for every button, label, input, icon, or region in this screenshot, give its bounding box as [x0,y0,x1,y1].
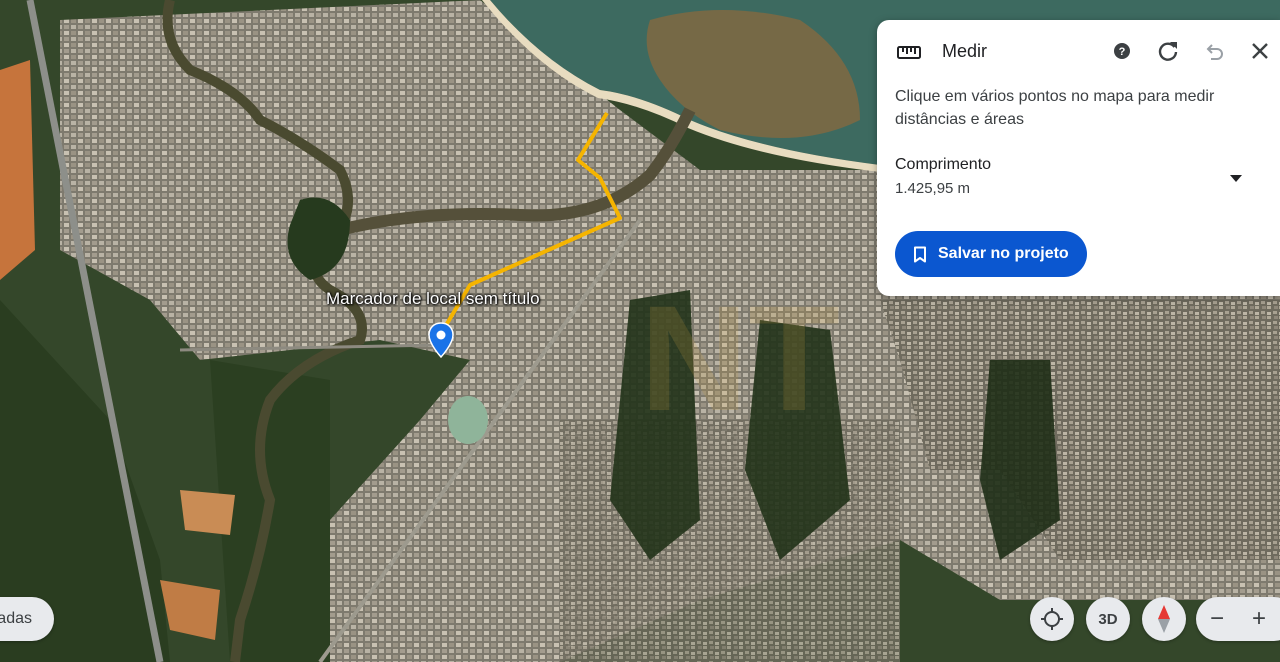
bookmark-icon [914,246,926,262]
zoom-out-button[interactable]: − [1196,597,1238,641]
chevron-down-icon [1230,175,1242,182]
measure-panel: Medir ? Clique em vários pontos no mapa … [877,20,1280,296]
soil-patch [0,60,35,280]
undo-icon [1206,44,1223,60]
marker-label: Marcador de local sem título [326,289,540,308]
length-label: Comprimento [895,156,992,173]
sports-field [448,396,488,444]
ruler-icon [897,46,921,59]
compass-button[interactable] [1142,597,1186,641]
soil-patch [180,490,235,535]
svg-text:?: ? [1119,46,1126,58]
close-button[interactable] [1247,38,1273,64]
zoom-in-button[interactable]: + [1238,597,1280,641]
view-3d-button[interactable]: 3D [1086,597,1130,641]
undo-button[interactable] [1201,38,1227,64]
measure-panel-header: Medir ? [877,20,1280,82]
save-to-project-button[interactable]: Salvar no projeto [895,231,1087,277]
my-location-button[interactable] [1030,597,1074,641]
length-value: 1.425,95 m [895,180,971,197]
help-button[interactable]: ? [1109,38,1135,64]
left-control-pill[interactable]: adas [0,597,54,641]
help-icon: ? [1114,43,1130,59]
panel-title: Medir [942,41,988,61]
view-3d-label: 3D [1098,610,1118,628]
compass-icon [1158,605,1170,633]
zoom-control: − + [1196,597,1280,641]
watermark: NT [640,274,840,442]
refresh-button[interactable] [1155,38,1181,64]
location-marker-icon[interactable] [428,322,454,358]
urban-area-south [560,420,900,662]
left-pill-label: adas [0,610,32,627]
length-units-dropdown[interactable] [1225,168,1247,190]
measure-instructions: Clique em vários pontos no mapa para med… [895,88,1215,128]
location-icon [1041,608,1063,630]
save-button-label: Salvar no projeto [938,245,1069,262]
close-icon [1252,43,1268,59]
refresh-icon [1158,42,1178,61]
